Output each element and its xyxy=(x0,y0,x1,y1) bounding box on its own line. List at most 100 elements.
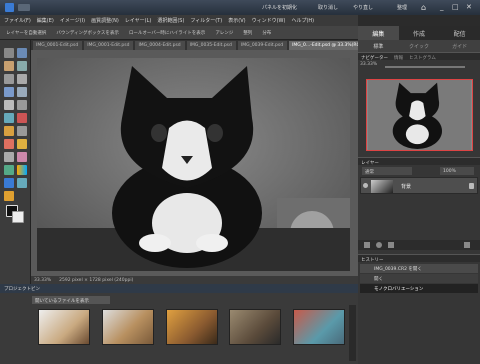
background-color-swatch[interactable] xyxy=(12,211,24,223)
menu-enhance[interactable]: 画質調整(N) xyxy=(91,17,119,24)
pencil-tool-icon[interactable] xyxy=(17,139,27,149)
shape-tool-icon[interactable] xyxy=(4,178,14,188)
tool-options-bar: レイヤーを自動選択 バウンディングボックスを表示 ロールオーバー時にハイライトを… xyxy=(0,26,358,40)
auto-select-checkbox[interactable]: レイヤーを自動選択 xyxy=(6,30,46,36)
doc-tab-active[interactable]: IMG_0...-Edit.psd @ 33.3%(RGB/8*) xyxy=(289,41,358,50)
organizer-button[interactable]: 整理 xyxy=(397,4,407,11)
layer-row[interactable]: 背景 xyxy=(360,177,478,194)
workspace-menu-icon[interactable] xyxy=(18,4,30,11)
zoom-slider[interactable] xyxy=(385,66,465,68)
cat-photo[interactable] xyxy=(37,58,350,271)
link-icon[interactable] xyxy=(388,242,394,248)
bbox-checkbox[interactable]: バウンディングボックスを表示 xyxy=(56,30,119,36)
menu-select[interactable]: 選択範囲(S) xyxy=(157,17,184,24)
navigator-title[interactable]: ナビゲーター xyxy=(361,55,388,61)
lock-icon xyxy=(469,183,474,189)
eyedropper-tool-icon[interactable] xyxy=(17,61,27,71)
doc-tab[interactable]: IMG_0001-Edit.psd xyxy=(84,41,134,50)
info-tab[interactable]: 情報 xyxy=(394,55,403,61)
smart-brush-tool-icon[interactable] xyxy=(17,152,27,162)
undo-button[interactable]: 取り消し xyxy=(318,4,338,11)
history-title[interactable]: ヒストリー xyxy=(361,258,384,263)
maximize-icon[interactable]: □ xyxy=(452,3,461,12)
distribute-menu[interactable]: 分布 xyxy=(262,30,271,36)
doc-tab[interactable]: IMG_0004-Edit.psd xyxy=(135,41,185,50)
tab-guided[interactable]: ガイド xyxy=(439,40,480,52)
clone-stamp-tool-icon[interactable] xyxy=(17,126,27,136)
layer-visibility-icon[interactable] xyxy=(363,183,368,188)
bin-dropdown[interactable]: 開いているファイルを表示 xyxy=(32,296,110,304)
histogram-tab[interactable]: ヒストグラム xyxy=(409,55,436,61)
red-eye-tool-icon[interactable] xyxy=(17,113,27,123)
menu-view[interactable]: 表示(V) xyxy=(228,17,245,24)
healing-brush-tool-icon[interactable] xyxy=(4,126,14,136)
new-layer-icon[interactable] xyxy=(364,242,370,248)
bin-scrollbar[interactable] xyxy=(349,305,356,361)
menu-filter[interactable]: フィルター(T) xyxy=(190,17,222,24)
project-bin-title: プロジェクトビン xyxy=(4,287,40,292)
trash-icon[interactable] xyxy=(464,242,470,248)
bin-thumbnail[interactable] xyxy=(166,309,218,345)
navigator-header: ナビゲーター 情報 ヒストグラム xyxy=(358,52,480,61)
menu-image[interactable]: イメージ(I) xyxy=(60,17,85,24)
history-item-label: 開く xyxy=(374,277,383,282)
gradient-tool-icon[interactable] xyxy=(17,165,27,175)
adjustment-layer-icon[interactable] xyxy=(376,242,382,248)
menu-help[interactable]: ヘルプ(H) xyxy=(291,17,314,24)
tab-share[interactable]: 配信 xyxy=(439,26,480,40)
bin-dropdown-label: 開いているファイルを表示 xyxy=(35,298,89,304)
minimize-icon[interactable]: _ xyxy=(440,3,449,12)
doc-tab[interactable]: IMG_0035-Edit.psd xyxy=(186,41,236,50)
menu-file[interactable]: ファイル(F) xyxy=(4,17,31,24)
doc-tab[interactable]: IMG_0039-Edit.psd xyxy=(237,41,288,50)
bin-thumbnail[interactable] xyxy=(38,309,90,345)
brush-tool-icon[interactable] xyxy=(4,152,14,162)
layer-thumbnail xyxy=(371,180,393,193)
navigator-preview[interactable] xyxy=(366,79,473,151)
recompose-tool-icon[interactable] xyxy=(4,113,14,123)
doc-tab[interactable]: IMG_0001-Edit.psd xyxy=(33,41,83,50)
document-tabs: IMG_0001-Edit.psd IMG_0001-Edit.psd IMG_… xyxy=(31,40,358,50)
zoom-level[interactable]: 33.33% xyxy=(34,278,51,283)
blur-tool-icon[interactable] xyxy=(17,178,27,188)
hand-tool-icon[interactable] xyxy=(4,61,14,71)
quick-select-tool-icon[interactable] xyxy=(17,87,27,97)
crop-tool-icon[interactable] xyxy=(17,100,27,110)
arrange-menu[interactable]: アレンジ xyxy=(215,30,233,36)
eraser-tool-icon[interactable] xyxy=(4,139,14,149)
bin-thumbnail[interactable] xyxy=(229,309,281,345)
menu-window[interactable]: ウィンドウ(W) xyxy=(252,17,286,24)
align-menu[interactable]: 整列 xyxy=(243,30,252,36)
history-item-label: モノクロバリエーション xyxy=(374,287,424,292)
redo-button[interactable]: やり直し xyxy=(353,4,373,11)
history-item[interactable]: 開く xyxy=(360,274,478,283)
layers-title[interactable]: レイヤー xyxy=(361,161,379,166)
paint-bucket-tool-icon[interactable] xyxy=(4,165,14,175)
magic-wand-tool-icon[interactable] xyxy=(4,87,14,97)
marquee-tool-icon[interactable] xyxy=(4,74,14,84)
rollover-checkbox[interactable]: ロールオーバー時にハイライトを表示 xyxy=(129,30,205,36)
sponge-tool-icon[interactable] xyxy=(4,191,14,201)
bin-thumbnail[interactable] xyxy=(102,309,154,345)
menu-layer[interactable]: レイヤー(L) xyxy=(125,17,152,24)
bin-thumbnail[interactable] xyxy=(293,309,345,345)
zoom-tool-icon[interactable] xyxy=(17,48,27,58)
lasso-tool-icon[interactable] xyxy=(17,74,27,84)
close-icon[interactable]: ✕ xyxy=(466,3,475,12)
tab-quick[interactable]: クイック xyxy=(399,40,440,52)
tab-edit[interactable]: 編集 xyxy=(358,26,399,40)
move-tool-icon[interactable] xyxy=(4,48,14,58)
history-item[interactable]: IMG_0039.CR2 を開く xyxy=(360,264,478,273)
history-item-label: IMG_0039.CR2 を開く xyxy=(374,267,422,272)
mode-tabs: 編集 作成 配信 xyxy=(358,26,480,40)
tab-create[interactable]: 作成 xyxy=(398,26,440,40)
blend-mode-select[interactable]: 通常 xyxy=(362,167,412,175)
type-tool-icon[interactable] xyxy=(4,100,14,110)
home-icon[interactable]: ⌂ xyxy=(421,3,430,12)
history-item-active[interactable]: モノクロバリエーション xyxy=(360,284,478,293)
reset-panels-button[interactable]: パネルを初期化 xyxy=(262,4,297,11)
menu-edit[interactable]: 編集(E) xyxy=(37,17,54,24)
tab-full[interactable]: 標準 xyxy=(358,40,399,52)
menu-bar: ファイル(F) 編集(E) イメージ(I) 画質調整(N) レイヤー(L) 選択… xyxy=(0,15,358,26)
opacity-field[interactable]: 100% xyxy=(440,167,474,175)
